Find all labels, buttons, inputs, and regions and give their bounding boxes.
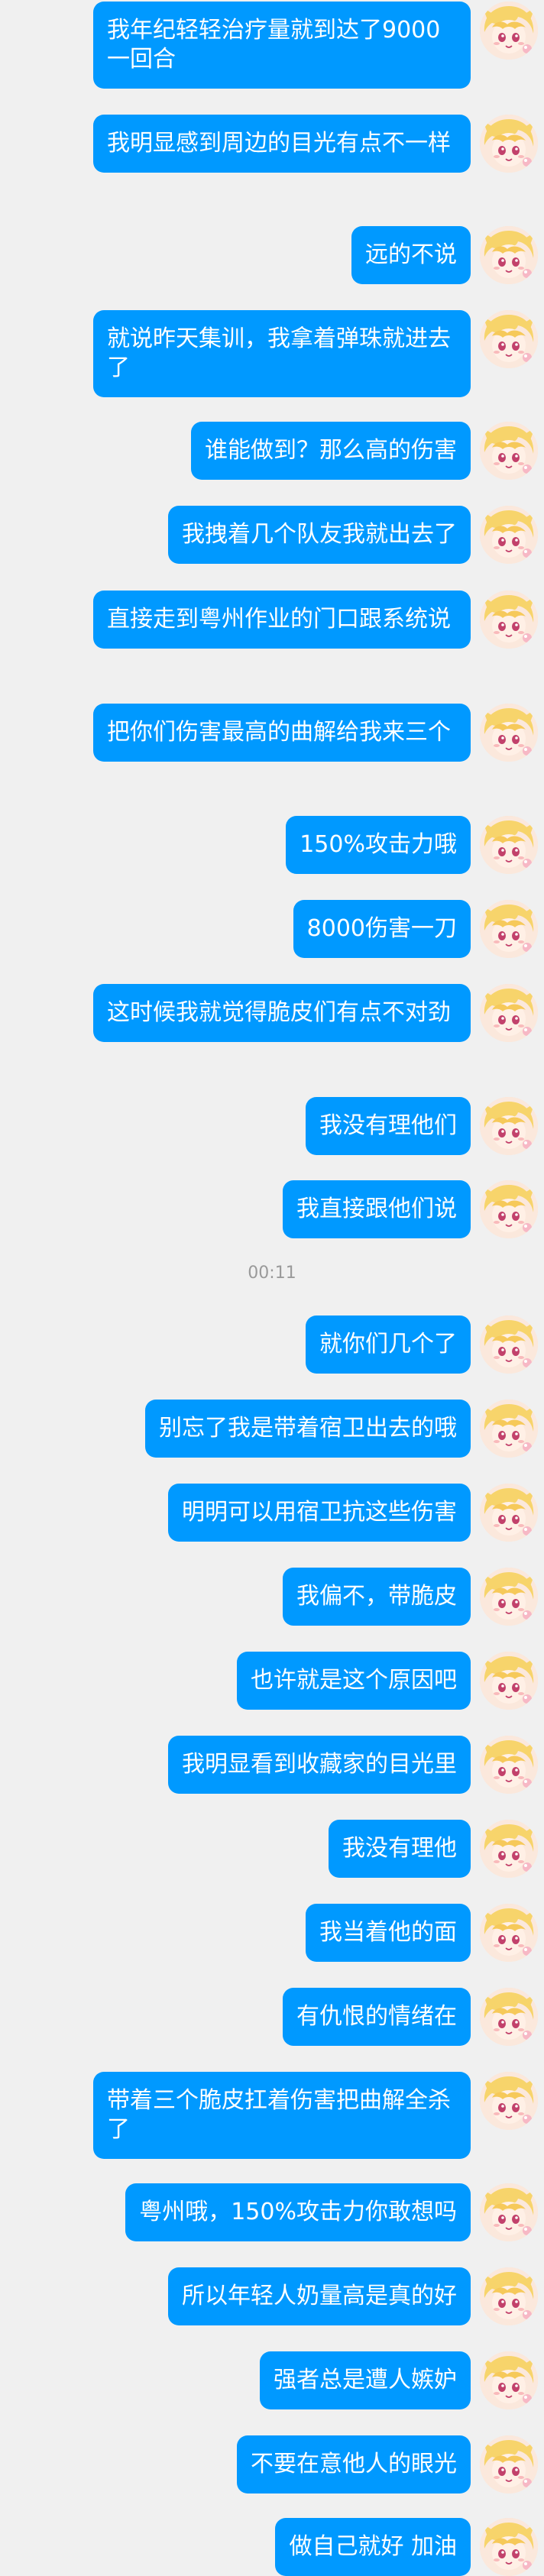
message-bubble[interactable]: 我当着他的面 xyxy=(306,1904,471,1962)
avatar-icon[interactable] xyxy=(480,115,538,173)
message-bubble[interactable]: 直接走到粤州作业的门口跟系统说 xyxy=(93,591,471,649)
message-bubble[interactable]: 我拽着几个队友我就出去了 xyxy=(168,506,471,564)
avatar-icon[interactable] xyxy=(480,2,538,60)
avatar-icon[interactable] xyxy=(480,1097,538,1155)
avatar-icon[interactable] xyxy=(480,310,538,368)
message-bubble[interactable]: 谁能做到？那么高的伤害 xyxy=(191,422,471,480)
avatar-icon[interactable] xyxy=(480,816,538,874)
message-bubble[interactable]: 有仇恨的情绪在 xyxy=(283,1988,471,2046)
message-bubble[interactable]: 强者总是遭人嫉妒 xyxy=(260,2351,471,2409)
message-bubble[interactable]: 明明可以用宿卫抗这些伤害 xyxy=(168,1484,471,1542)
avatar-icon[interactable] xyxy=(480,1400,538,1458)
message-bubble[interactable]: 我明显感到周边的目光有点不一样 xyxy=(93,115,471,173)
message-bubble[interactable]: 把你们伤害最高的曲解给我来三个 xyxy=(93,704,471,762)
message-bubble[interactable]: 别忘了我是带着宿卫出去的哦 xyxy=(145,1400,471,1458)
message-bubble[interactable]: 所以年轻人奶量高是真的好 xyxy=(168,2267,471,2325)
message-bubble[interactable]: 做自己就好 加油 xyxy=(275,2518,471,2576)
avatar-icon[interactable] xyxy=(480,2267,538,2325)
message-bubble[interactable]: 带着三个脆皮扛着伤害把曲解全杀了 xyxy=(93,2072,471,2159)
avatar-icon[interactable] xyxy=(480,984,538,1042)
message-bubble[interactable]: 就你们几个了 xyxy=(306,1316,471,1374)
avatar-icon[interactable] xyxy=(480,704,538,762)
message-bubble[interactable]: 我直接跟他们说 xyxy=(283,1180,471,1238)
message-bubble[interactable]: 我年纪轻轻治疗量就到达了9000一回合 xyxy=(93,2,471,89)
message-timestamp: 00:11 xyxy=(248,1264,296,1283)
message-bubble[interactable]: 远的不说 xyxy=(351,226,471,284)
message-bubble[interactable]: 我偏不，带脆皮 xyxy=(283,1568,471,1626)
message-bubble[interactable]: 我明显看到收藏家的目光里 xyxy=(168,1736,471,1794)
message-bubble[interactable]: 也许就是这个原因吧 xyxy=(237,1652,471,1710)
avatar-icon[interactable] xyxy=(480,2518,538,2576)
avatar-icon[interactable] xyxy=(480,2351,538,2409)
avatar-icon[interactable] xyxy=(480,900,538,958)
avatar-icon[interactable] xyxy=(480,506,538,564)
avatar-icon[interactable] xyxy=(480,2072,538,2130)
avatar-icon[interactable] xyxy=(480,1736,538,1794)
message-bubble[interactable]: 8000伤害一刀 xyxy=(293,900,471,958)
avatar-icon[interactable] xyxy=(480,2183,538,2241)
avatar-icon[interactable] xyxy=(480,1316,538,1374)
message-bubble[interactable]: 我没有理他们 xyxy=(306,1097,471,1155)
message-bubble[interactable]: 就说昨天集训，我拿着弹珠就进去了 xyxy=(93,310,471,397)
avatar-icon[interactable] xyxy=(480,2435,538,2493)
avatar-icon[interactable] xyxy=(480,1904,538,1962)
message-bubble[interactable]: 我没有理他 xyxy=(329,1820,471,1878)
message-bubble[interactable]: 150%攻击力哦 xyxy=(286,816,471,874)
avatar-icon[interactable] xyxy=(480,1568,538,1626)
avatar-icon[interactable] xyxy=(480,226,538,284)
avatar-icon[interactable] xyxy=(480,1820,538,1878)
chat-area: 我年纪轻轻治疗量就到达了9000一回合 我明显感到周边的目光有点不一样 远的不说… xyxy=(0,0,544,2576)
message-bubble[interactable]: 这时候我就觉得脆皮们有点不对劲 xyxy=(93,984,471,1042)
avatar-icon[interactable] xyxy=(480,1484,538,1542)
avatar-icon[interactable] xyxy=(480,422,538,480)
avatar-icon[interactable] xyxy=(480,1180,538,1238)
message-bubble[interactable]: 粤州哦，150%攻击力你敢想吗 xyxy=(125,2183,471,2241)
avatar-icon[interactable] xyxy=(480,591,538,649)
message-bubble[interactable]: 不要在意他人的眼光 xyxy=(237,2435,471,2493)
avatar-icon[interactable] xyxy=(480,1652,538,1710)
avatar-icon[interactable] xyxy=(480,1988,538,2046)
